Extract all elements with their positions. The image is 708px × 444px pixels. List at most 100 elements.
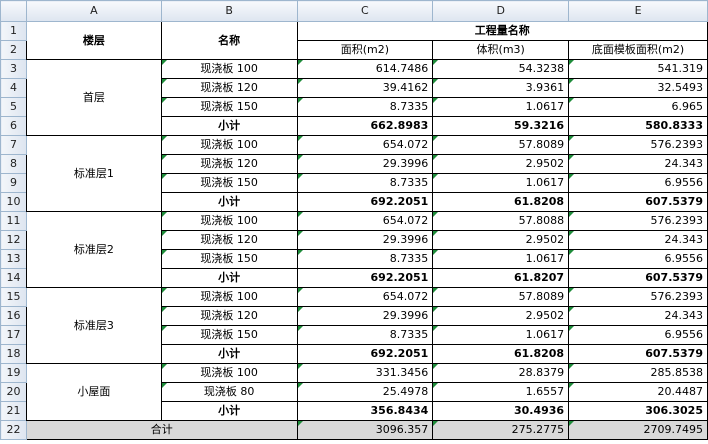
volume-cell[interactable]: 1.6557 [432,382,570,402]
area-cell[interactable]: 29.3996 [296,306,434,326]
name-cell[interactable]: 现浇板 100 [160,59,298,79]
bottom-formwork-cell[interactable]: 6.9556 [568,173,708,193]
area-cell[interactable]: 654.072 [296,211,434,231]
subtotal-area-cell[interactable]: 662.8983 [296,116,434,136]
name-cell[interactable]: 现浇板 120 [160,154,298,174]
area-cell[interactable]: 331.3456 [296,363,434,383]
subtotal-area-cell[interactable]: 356.8434 [296,401,434,421]
name-cell[interactable]: 现浇板 100 [160,287,298,307]
name-cell[interactable]: 现浇板 150 [160,249,298,269]
volume-cell[interactable]: 1.0617 [432,249,570,269]
bottom-formwork-cell[interactable]: 32.5493 [568,78,708,98]
row-header[interactable]: 12 [0,230,27,250]
row-header[interactable]: 16 [0,306,27,326]
area-cell[interactable]: 654.072 [296,287,434,307]
row-header[interactable]: 14 [0,268,27,288]
row-header[interactable]: 11 [0,211,27,231]
row-header[interactable]: 10 [0,192,27,212]
subtotal-label-cell[interactable]: 小计 [160,116,298,136]
bottom-formwork-cell[interactable]: 6.9556 [568,325,708,345]
floor-cell[interactable]: 标准层3 [25,287,162,364]
row-header[interactable]: 3 [0,59,27,79]
bottom-formwork-cell[interactable]: 24.343 [568,230,708,250]
volume-cell[interactable]: 57.8089 [432,135,570,155]
volume-cell[interactable]: 54.3238 [432,59,570,79]
volume-cell[interactable]: 1.0617 [432,173,570,193]
row-header[interactable]: 4 [0,78,27,98]
volume-cell[interactable]: 3.9361 [432,78,570,98]
volume-cell[interactable]: 2.9502 [432,306,570,326]
row-header[interactable]: 15 [0,287,27,307]
total-label-cell[interactable]: 合计 [25,420,298,440]
column-header-c[interactable]: C [296,0,434,22]
bottom-formwork-cell[interactable]: 576.2393 [568,287,708,307]
area-cell[interactable]: 8.7335 [296,173,434,193]
bottom-formwork-cell[interactable]: 541.319 [568,59,708,79]
row-header[interactable]: 19 [0,363,27,383]
volume-header-cell[interactable]: 体积(m3) [432,40,570,60]
bottom-formwork-cell[interactable]: 24.343 [568,306,708,326]
subtotal-bottom-formwork-cell[interactable]: 607.5379 [568,344,708,364]
row-header[interactable]: 20 [0,382,27,402]
volume-cell[interactable]: 28.8379 [432,363,570,383]
row-header[interactable]: 13 [0,249,27,269]
row-header[interactable]: 5 [0,97,27,117]
name-cell[interactable]: 现浇板 150 [160,173,298,193]
subtotal-label-cell[interactable]: 小计 [160,192,298,212]
subtotal-area-cell[interactable]: 692.2051 [296,268,434,288]
bottom-formwork-cell[interactable]: 20.4487 [568,382,708,402]
bottom-formwork-header-cell[interactable]: 底面模板面积(m2) [568,40,708,60]
row-header[interactable]: 21 [0,401,27,421]
volume-cell[interactable]: 1.0617 [432,325,570,345]
area-cell[interactable]: 29.3996 [296,230,434,250]
area-cell[interactable]: 8.7335 [296,249,434,269]
subtotal-bottom-formwork-cell[interactable]: 607.5379 [568,268,708,288]
subtotal-bottom-formwork-cell[interactable]: 306.3025 [568,401,708,421]
total-bottom-formwork-cell[interactable]: 2709.7495 [568,420,708,440]
area-cell[interactable]: 8.7335 [296,325,434,345]
row-header[interactable]: 7 [0,135,27,155]
column-header-a[interactable]: A [25,0,162,22]
name-cell[interactable]: 现浇板 120 [160,306,298,326]
bottom-formwork-cell[interactable]: 6.965 [568,97,708,117]
subtotal-area-cell[interactable]: 692.2051 [296,344,434,364]
name-cell[interactable]: 现浇板 100 [160,363,298,383]
floor-header-cell[interactable]: 楼层 [25,21,162,60]
column-header-d[interactable]: D [432,0,570,22]
area-header-cell[interactable]: 面积(m2) [296,40,434,60]
subtotal-label-cell[interactable]: 小计 [160,401,298,421]
name-cell[interactable]: 现浇板 120 [160,78,298,98]
row-header[interactable]: 22 [0,420,27,440]
row-header[interactable]: 17 [0,325,27,345]
bottom-formwork-cell[interactable]: 6.9556 [568,249,708,269]
subtotal-volume-cell[interactable]: 61.8207 [432,268,570,288]
area-cell[interactable]: 8.7335 [296,97,434,117]
row-header[interactable]: 1 [0,21,27,41]
bottom-formwork-cell[interactable]: 576.2393 [568,211,708,231]
subtotal-area-cell[interactable]: 692.2051 [296,192,434,212]
floor-cell[interactable]: 首层 [25,59,162,136]
subtotal-volume-cell[interactable]: 30.4936 [432,401,570,421]
bottom-formwork-cell[interactable]: 576.2393 [568,135,708,155]
row-header[interactable]: 2 [0,40,27,60]
floor-cell[interactable]: 小屋面 [25,363,162,421]
total-area-cell[interactable]: 3096.357 [296,420,434,440]
area-cell[interactable]: 39.4162 [296,78,434,98]
name-cell[interactable]: 现浇板 150 [160,97,298,117]
volume-cell[interactable]: 57.8089 [432,287,570,307]
row-header[interactable]: 6 [0,116,27,136]
name-cell[interactable]: 现浇板 100 [160,211,298,231]
bottom-formwork-cell[interactable]: 24.343 [568,154,708,174]
volume-cell[interactable]: 2.9502 [432,230,570,250]
floor-cell[interactable]: 标准层2 [25,211,162,288]
name-header-cell[interactable]: 名称 [160,21,298,60]
name-cell[interactable]: 现浇板 100 [160,135,298,155]
floor-cell[interactable]: 标准层1 [25,135,162,212]
select-all-corner[interactable] [0,0,27,22]
total-volume-cell[interactable]: 275.2775 [432,420,570,440]
row-header[interactable]: 18 [0,344,27,364]
volume-cell[interactable]: 2.9502 [432,154,570,174]
volume-cell[interactable]: 57.8088 [432,211,570,231]
subtotal-volume-cell[interactable]: 59.3216 [432,116,570,136]
name-cell[interactable]: 现浇板 150 [160,325,298,345]
